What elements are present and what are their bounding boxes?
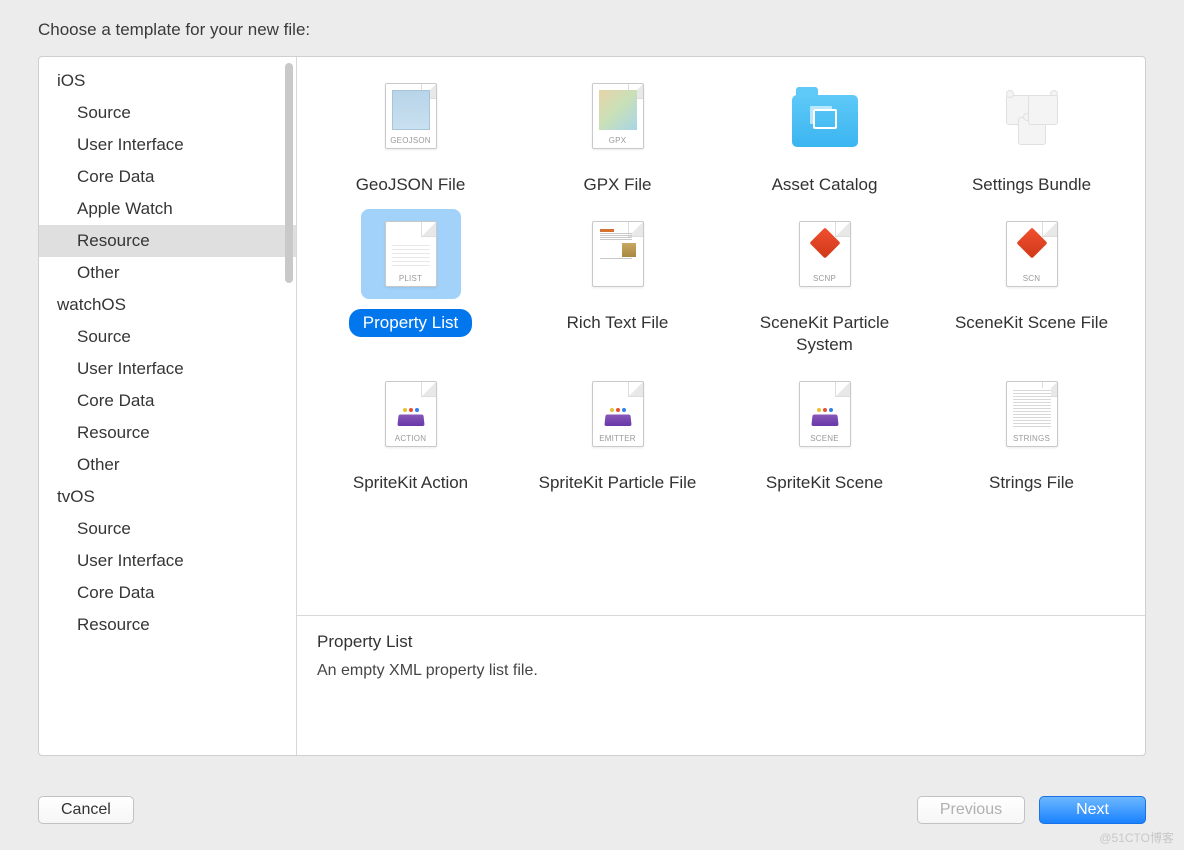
sidebar-item[interactable]: User Interface — [39, 129, 296, 161]
sidebar-item[interactable]: Source — [39, 97, 296, 129]
template-label: SpriteKit Scene — [752, 469, 897, 497]
template-item[interactable]: SCN SceneKit Scene File — [934, 209, 1130, 359]
previous-button: Previous — [917, 796, 1025, 824]
sidebar-platform-header[interactable]: iOS — [39, 65, 296, 97]
template-item[interactable]: Rich Text File — [520, 209, 716, 359]
template-label: SceneKit Scene File — [941, 309, 1122, 337]
file-type-tag: EMITTER — [593, 434, 643, 443]
sidebar-item[interactable]: User Interface — [39, 353, 296, 385]
watermark: @51CTO博客 — [1099, 829, 1174, 846]
cancel-button[interactable]: Cancel — [38, 796, 134, 824]
file-icon: ACTION — [385, 381, 437, 447]
template-label: GeoJSON File — [342, 171, 480, 199]
sidebar: iOSSourceUser InterfaceCore DataApple Wa… — [39, 57, 297, 755]
template-item[interactable]: SCENE SpriteKit Scene — [727, 369, 923, 497]
template-label: Settings Bundle — [958, 171, 1105, 199]
next-button[interactable]: Next — [1039, 796, 1146, 824]
template-item[interactable]: Asset Catalog — [727, 71, 923, 199]
sidebar-item[interactable]: Resource — [39, 417, 296, 449]
sidebar-item[interactable]: Resource — [39, 609, 296, 641]
file-type-tag: SCN — [1007, 274, 1057, 283]
bundle-icon — [1002, 95, 1062, 145]
file-type-tag: GPX — [593, 136, 643, 145]
scrollbar-thumb[interactable] — [285, 63, 293, 283]
template-label: GPX File — [569, 171, 665, 199]
sidebar-item[interactable]: Source — [39, 321, 296, 353]
file-type-tag: STRINGS — [1007, 434, 1057, 443]
template-label: Asset Catalog — [758, 171, 892, 199]
sidebar-item[interactable]: Apple Watch — [39, 193, 296, 225]
file-type-tag: GEOJSON — [386, 136, 436, 145]
description-body: An empty XML property list file. — [317, 662, 1125, 680]
sidebar-platform-header[interactable]: watchOS — [39, 289, 296, 321]
file-icon: SCN — [1006, 221, 1058, 287]
description-panel: Property List An empty XML property list… — [297, 615, 1145, 755]
sidebar-item[interactable]: Resource — [39, 225, 296, 257]
file-type-tag: SCENE — [800, 434, 850, 443]
sidebar-item[interactable]: Core Data — [39, 577, 296, 609]
template-item[interactable]: Settings Bundle — [934, 71, 1130, 199]
folder-icon — [792, 95, 858, 147]
sidebar-item[interactable]: Core Data — [39, 385, 296, 417]
description-title: Property List — [317, 632, 1125, 652]
sidebar-item[interactable]: Source — [39, 513, 296, 545]
file-icon: SCENE — [799, 381, 851, 447]
file-icon: EMITTER — [592, 381, 644, 447]
template-item[interactable]: SCNP SceneKit Particle System — [727, 209, 923, 359]
template-panel: iOSSourceUser InterfaceCore DataApple Wa… — [38, 56, 1146, 756]
dialog-title: Choose a template for your new file: — [38, 20, 310, 40]
template-item[interactable]: ACTION SpriteKit Action — [313, 369, 509, 497]
sidebar-platform-header[interactable]: tvOS — [39, 481, 296, 513]
main-area: GEOJSON GeoJSON File GPX GPX File Asset Cata… — [297, 57, 1145, 755]
template-item[interactable]: EMITTER SpriteKit Particle File — [520, 369, 716, 497]
file-icon: SCNP — [799, 221, 851, 287]
template-item[interactable]: GEOJSON GeoJSON File — [313, 71, 509, 199]
sidebar-item[interactable]: Other — [39, 257, 296, 289]
file-icon: PLIST — [385, 221, 437, 287]
file-type-tag: PLIST — [386, 274, 436, 283]
file-icon — [592, 221, 644, 287]
template-label: Property List — [349, 309, 472, 337]
sidebar-item[interactable]: Other — [39, 449, 296, 481]
template-item[interactable]: GPX GPX File — [520, 71, 716, 199]
template-item[interactable]: PLIST Property List — [313, 209, 509, 359]
file-icon: GEOJSON — [385, 83, 437, 149]
template-label: SpriteKit Particle File — [525, 469, 711, 497]
template-item[interactable]: STRINGS Strings File — [934, 369, 1130, 497]
template-label: SceneKit Particle System — [727, 309, 923, 359]
button-bar: Cancel Previous Next — [38, 796, 1146, 824]
sidebar-item[interactable]: User Interface — [39, 545, 296, 577]
file-icon: GPX — [592, 83, 644, 149]
template-grid: GEOJSON GeoJSON File GPX GPX File Asset Cata… — [297, 57, 1145, 615]
file-type-tag: ACTION — [386, 434, 436, 443]
file-type-tag: SCNP — [800, 274, 850, 283]
file-icon: STRINGS — [1006, 381, 1058, 447]
template-label: Rich Text File — [553, 309, 683, 337]
template-label: SpriteKit Action — [339, 469, 482, 497]
sidebar-item[interactable]: Core Data — [39, 161, 296, 193]
template-label: Strings File — [975, 469, 1088, 497]
